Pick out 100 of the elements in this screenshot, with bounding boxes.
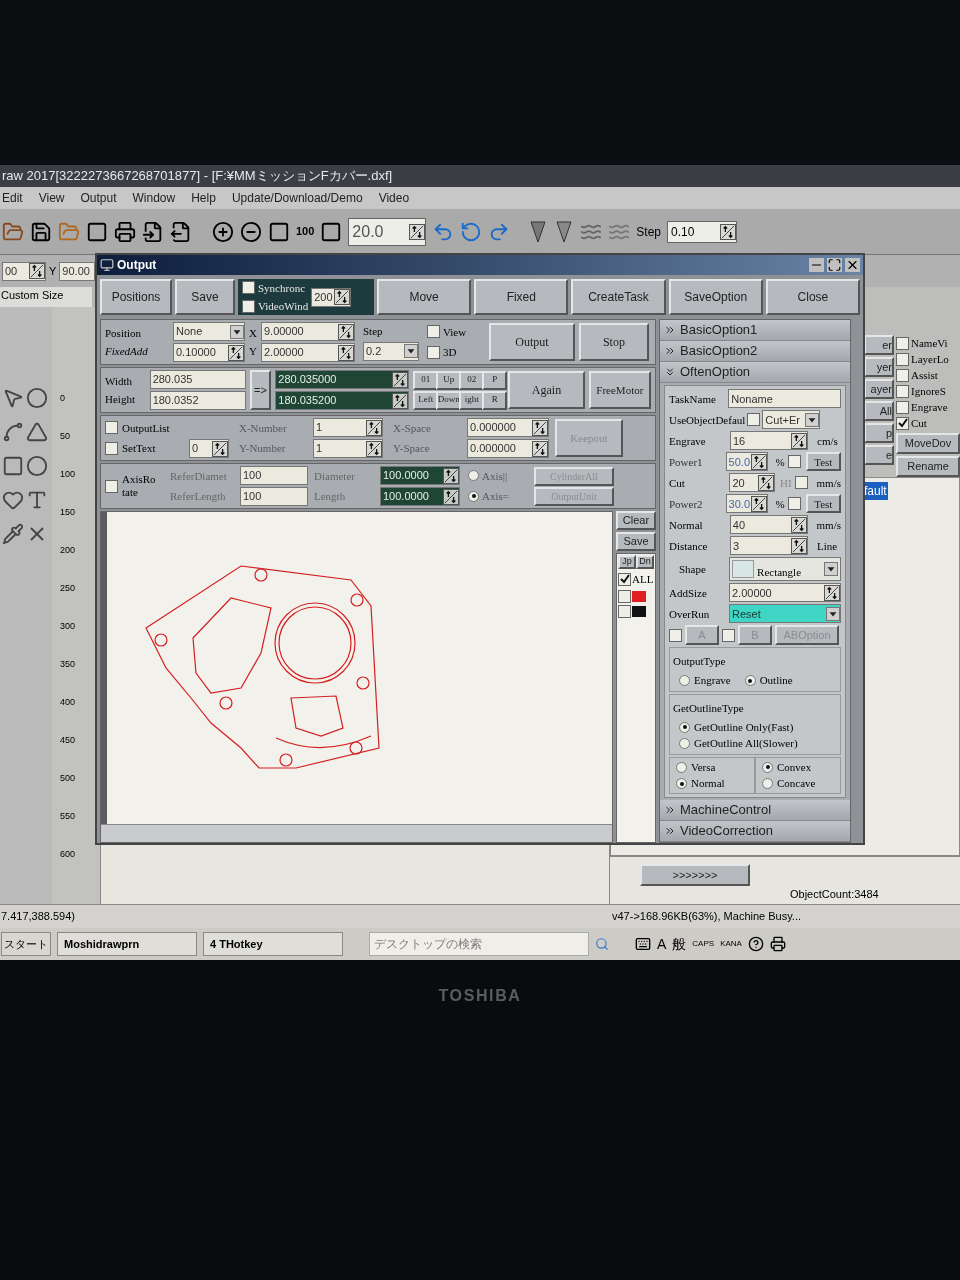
test-button[interactable]: Test: [805, 494, 841, 514]
checkbox[interactable]: [426, 325, 440, 339]
spinner-icon[interactable]: [791, 432, 807, 449]
button[interactable]: R: [482, 390, 508, 410]
section-header[interactable]: VideoCorrection: [660, 820, 850, 842]
number-field[interactable]: 100.0000: [380, 487, 460, 506]
cone-icon[interactable]: [554, 219, 575, 244]
checkbox[interactable]: [896, 400, 909, 414]
number-field[interactable]: 1: [313, 418, 383, 437]
size-preset-dropdown[interactable]: Custom Size: [0, 287, 92, 307]
section-header[interactable]: OftenOption: [660, 362, 850, 384]
radio-button[interactable]: [679, 721, 690, 733]
number-field[interactable]: 20: [729, 473, 775, 493]
horizontal-scrollbar[interactable]: [101, 824, 612, 842]
keyboard-icon[interactable]: [635, 936, 651, 952]
ellipse-tool-icon[interactable]: [26, 455, 48, 477]
start-button[interactable]: スタート: [1, 932, 51, 956]
tray-label[interactable]: CAPS: [692, 938, 715, 950]
menu-item[interactable]: Window: [132, 189, 176, 207]
menu-item[interactable]: View: [38, 189, 65, 207]
button[interactable]: >>>>>>>: [640, 864, 750, 886]
radio-button[interactable]: [762, 778, 773, 790]
button[interactable]: P: [482, 370, 508, 390]
number-field[interactable]: 200: [311, 287, 352, 307]
checkbox[interactable]: [105, 421, 118, 435]
curve-tool-icon[interactable]: [2, 421, 24, 443]
radio-button[interactable]: [744, 675, 756, 687]
checkbox[interactable]: [242, 299, 255, 313]
button[interactable]: Positions: [100, 279, 172, 315]
menu-item[interactable]: Update/Download/Demo: [231, 189, 363, 207]
number-field[interactable]: 0.000000: [467, 439, 549, 458]
checkbox[interactable]: [896, 352, 909, 366]
spinner-icon[interactable]: [751, 495, 768, 512]
printer-icon[interactable]: [769, 936, 786, 952]
number-field[interactable]: 90.00: [59, 261, 96, 281]
button[interactable]: FreeMotor: [588, 371, 651, 409]
number-field[interactable]: 0.10000: [173, 343, 245, 362]
spinner-icon[interactable]: [790, 516, 807, 533]
section-header[interactable]: BasicOption2: [660, 341, 850, 363]
button[interactable]: Output: [488, 323, 575, 361]
spinner-icon[interactable]: [532, 440, 548, 457]
button[interactable]: ight: [459, 390, 485, 410]
triangle-tool-icon[interactable]: [26, 421, 48, 443]
button[interactable]: Fixed: [474, 279, 569, 315]
text-tool-icon[interactable]: [26, 489, 48, 511]
folder-icon[interactable]: [2, 220, 24, 243]
overrun-dropdown[interactable]: Reset: [728, 604, 841, 624]
number-field[interactable]: 180.035200: [275, 391, 410, 410]
zoom-field[interactable]: 20.0: [348, 217, 427, 246]
menu-item[interactable]: Video: [378, 189, 410, 207]
help-icon[interactable]: [747, 936, 764, 952]
number-field[interactable]: 0: [189, 439, 229, 458]
number-field[interactable]: 00: [2, 261, 46, 281]
close-icon[interactable]: [845, 258, 860, 272]
spinner-icon[interactable]: [228, 344, 244, 361]
button[interactable]: ayer: [864, 379, 894, 399]
checkbox[interactable]: [618, 589, 631, 603]
menu-item[interactable]: Output: [80, 189, 117, 207]
text-field[interactable]: Noname: [728, 389, 841, 409]
number-field[interactable]: 280.035000: [275, 370, 410, 389]
number-field[interactable]: 0.000000: [467, 418, 549, 437]
radio-button[interactable]: [468, 470, 479, 482]
step-field[interactable]: 0.10: [667, 220, 738, 243]
text-field[interactable]: 100: [240, 466, 308, 485]
number-field[interactable]: 16: [730, 431, 808, 451]
checkbox[interactable]: [426, 345, 440, 359]
spinner-icon[interactable]: [409, 223, 426, 240]
button[interactable]: Up: [436, 370, 462, 390]
spinner-icon[interactable]: [334, 289, 351, 305]
radio-button[interactable]: [679, 675, 690, 687]
button[interactable]: Close: [765, 279, 860, 315]
spinner-icon[interactable]: [757, 474, 774, 491]
tray-label[interactable]: KANA: [720, 938, 742, 950]
button[interactable]: Down: [436, 390, 462, 410]
spinner-icon[interactable]: [212, 440, 228, 457]
heart-tool-icon[interactable]: [2, 489, 24, 511]
square-icon[interactable]: [86, 220, 108, 243]
checkbox[interactable]: [896, 368, 909, 382]
maximize-icon[interactable]: [827, 258, 842, 272]
section-header[interactable]: MachineControl: [660, 799, 850, 821]
section-header[interactable]: BasicOption1: [660, 320, 850, 342]
radio-button[interactable]: [468, 490, 479, 502]
select-tool-icon[interactable]: [2, 387, 24, 409]
minimize-icon[interactable]: [809, 258, 824, 272]
radio-button[interactable]: [676, 761, 687, 773]
button[interactable]: er: [864, 335, 894, 355]
checkbox[interactable]: [896, 336, 909, 350]
menu-item[interactable]: Edit: [2, 189, 23, 207]
search-field[interactable]: デスクトップの検索: [369, 932, 589, 956]
spinner-icon[interactable]: [392, 392, 409, 409]
mode-dropdown[interactable]: Cut+Er: [762, 410, 821, 430]
button[interactable]: Clear: [616, 511, 656, 530]
button[interactable]: p: [864, 423, 894, 443]
circle-tool-icon[interactable]: [26, 387, 48, 409]
square-icon[interactable]: [268, 220, 290, 243]
spinner-icon[interactable]: [532, 419, 548, 436]
button[interactable]: CreateTask: [571, 279, 666, 315]
button[interactable]: SaveOption: [668, 279, 763, 315]
button[interactable]: Move: [377, 279, 472, 315]
checkbox[interactable]: [618, 572, 631, 586]
